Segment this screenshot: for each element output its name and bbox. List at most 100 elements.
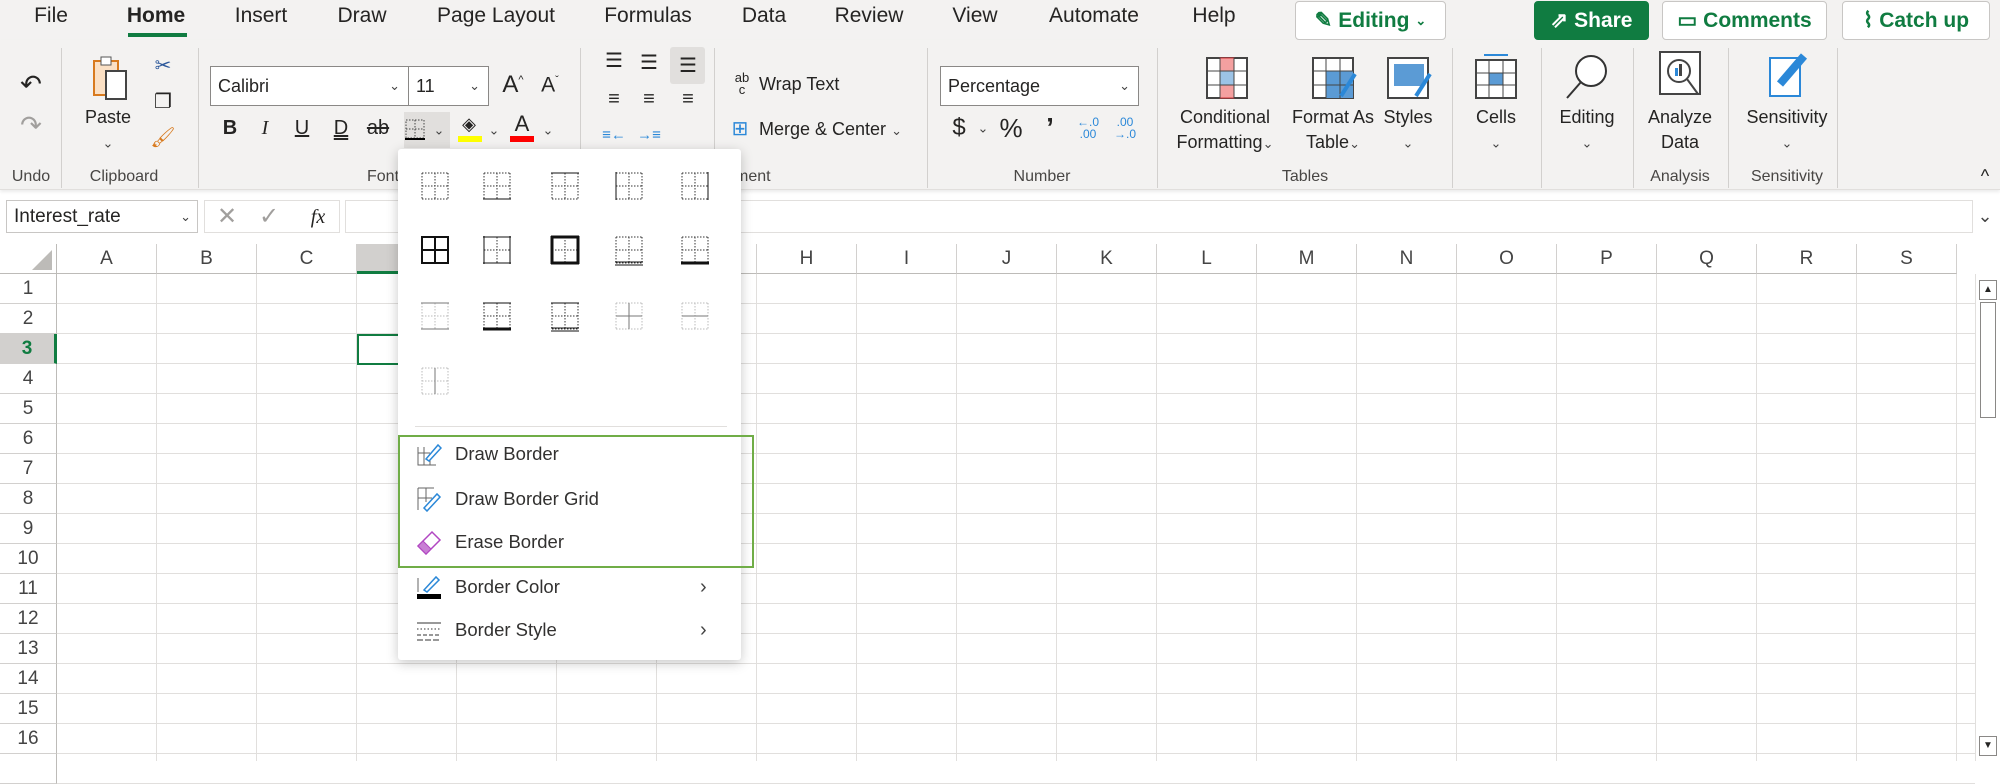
tab-data[interactable]: Data xyxy=(742,4,786,28)
top-and-bottom-border-icon[interactable] xyxy=(419,300,451,332)
right-border-icon[interactable] xyxy=(679,170,711,202)
font-name-dropdown[interactable]: Calibri ⌄ xyxy=(210,66,409,106)
tab-formulas[interactable]: Formulas xyxy=(604,4,692,28)
chevron-down-icon[interactable]: ⌄ xyxy=(103,137,114,150)
decrease-decimal-button[interactable]: .00 →.0 xyxy=(1111,116,1139,140)
tab-page-layout[interactable]: Page Layout xyxy=(437,4,555,28)
borders-dropdown-chevron-icon[interactable]: ⌄ xyxy=(434,124,445,137)
inside-vertical-border-icon[interactable] xyxy=(419,365,451,397)
row-header-17[interactable] xyxy=(0,754,57,784)
scroll-down-icon[interactable]: ▼ xyxy=(1979,736,1997,756)
column-header-c[interactable]: C xyxy=(257,244,357,274)
tab-review[interactable]: Review xyxy=(835,4,904,28)
row-header-4[interactable]: 4 xyxy=(0,364,57,394)
row-header-10[interactable]: 10 xyxy=(0,544,57,574)
column-header-k[interactable]: K xyxy=(1057,244,1157,274)
increase-decimal-button[interactable]: ←.0 .00 xyxy=(1074,116,1102,140)
row-header-2[interactable]: 2 xyxy=(0,304,57,334)
tab-home[interactable]: Home xyxy=(127,4,185,28)
catch-up-button[interactable]: ⌇ Catch up xyxy=(1842,1,1990,40)
increase-font-size-icon[interactable]: A^ xyxy=(502,73,523,97)
menu-item-draw-border-grid[interactable]: Draw Border Grid xyxy=(398,478,741,520)
align-left-icon[interactable]: ≡ xyxy=(608,89,620,109)
left-border-icon[interactable] xyxy=(613,170,645,202)
tab-view[interactable]: View xyxy=(952,4,997,28)
number-format-dropdown[interactable]: Percentage ⌄ xyxy=(940,66,1139,106)
tab-insert[interactable]: Insert xyxy=(235,4,288,28)
align-right-icon[interactable]: ≡ xyxy=(682,89,694,109)
select-all-button[interactable] xyxy=(0,244,57,274)
column-header-j[interactable]: J xyxy=(957,244,1057,274)
font-size-dropdown[interactable]: 11 ⌄ xyxy=(408,66,489,106)
redo-icon[interactable]: ↷ xyxy=(20,112,42,138)
paste-button[interactable]: Paste xyxy=(85,105,131,130)
editing-mode-button[interactable]: ✎ Editing ⌄ xyxy=(1295,1,1446,40)
row-header-5[interactable]: 5 xyxy=(0,394,57,424)
paste-icon[interactable] xyxy=(92,55,132,101)
tab-draw[interactable]: Draw xyxy=(337,4,386,28)
worksheet-grid[interactable]: ABCDEFGHIJKLMNOPQRS 12345678910111213141… xyxy=(0,244,1975,784)
expand-formula-bar-icon[interactable]: ⌄ xyxy=(1977,207,1992,225)
bold-button[interactable]: B xyxy=(223,118,237,138)
chevron-down-icon[interactable]: ⌄ xyxy=(1491,137,1502,150)
name-box[interactable]: Interest_rate ⌄ xyxy=(6,200,198,233)
top-and-thick-bottom-border-icon[interactable] xyxy=(481,300,513,332)
row-header-1[interactable]: 1 xyxy=(0,274,57,304)
undo-icon[interactable]: ↶ xyxy=(20,71,42,97)
column-header-i[interactable]: I xyxy=(857,244,957,274)
chevron-down-icon[interactable]: ⌄ xyxy=(1403,137,1414,150)
menu-item-border-color[interactable]: Border Color › xyxy=(398,566,741,608)
comma-style-button[interactable]: ’ xyxy=(1046,114,1054,142)
insert-function-button[interactable]: fx xyxy=(311,207,325,227)
italic-button[interactable]: I xyxy=(262,118,269,138)
inside-horizontal-border-icon[interactable] xyxy=(679,300,711,332)
outside-borders-icon[interactable] xyxy=(481,234,513,266)
row-header-12[interactable]: 12 xyxy=(0,604,57,634)
column-header-o[interactable]: O xyxy=(1457,244,1557,274)
column-header-r[interactable]: R xyxy=(1757,244,1857,274)
cell-styles-button[interactable]: Styles xyxy=(1383,105,1432,130)
double-underline-button[interactable]: D xyxy=(334,118,348,138)
row-header-15[interactable]: 15 xyxy=(0,694,57,724)
tab-help[interactable]: Help xyxy=(1192,4,1235,28)
column-header-a[interactable]: A xyxy=(57,244,157,274)
menu-item-erase-border[interactable]: Erase Border xyxy=(398,521,741,563)
increase-indent-icon[interactable]: →≡ xyxy=(637,128,661,143)
row-header-6[interactable]: 6 xyxy=(0,424,57,454)
scroll-up-icon[interactable]: ▲ xyxy=(1979,280,1997,300)
format-as-table-button[interactable]: Format As xyxy=(1292,105,1374,130)
wrap-text-button[interactable]: Wrap Text xyxy=(759,72,839,97)
format-painter-icon[interactable]: 🖌 xyxy=(150,128,175,148)
row-header-14[interactable]: 14 xyxy=(0,664,57,694)
chevron-down-icon[interactable]: ⌄ xyxy=(543,124,554,137)
column-header-n[interactable]: N xyxy=(1357,244,1457,274)
column-header-b[interactable]: B xyxy=(157,244,257,274)
vertical-scrollbar[interactable]: ▲ ▼ xyxy=(1975,274,2000,761)
cells-button[interactable]: Cells xyxy=(1476,105,1516,130)
analyze-data-button[interactable]: Analyze xyxy=(1648,105,1712,130)
inside-borders-icon[interactable] xyxy=(613,300,645,332)
row-header-16[interactable]: 16 xyxy=(0,724,57,754)
chevron-down-icon[interactable]: ⌄ xyxy=(1782,137,1793,150)
row-header-8[interactable]: 8 xyxy=(0,484,57,514)
top-align-icon[interactable]: ☰ xyxy=(605,51,623,71)
row-header-7[interactable]: 7 xyxy=(0,454,57,484)
share-button[interactable]: ⇗ Share xyxy=(1534,1,1649,40)
thick-bottom-border-icon[interactable] xyxy=(679,234,711,266)
tab-file[interactable]: File xyxy=(34,4,68,28)
align-center-icon[interactable]: ≡ xyxy=(643,89,655,109)
currency-format-button[interactable]: $ xyxy=(952,116,965,140)
tab-automate[interactable]: Automate xyxy=(1049,4,1139,28)
column-header-s[interactable]: S xyxy=(1857,244,1957,274)
top-border-icon[interactable] xyxy=(549,170,581,202)
menu-item-border-style[interactable]: Border Style › xyxy=(398,609,741,651)
scrollbar-thumb[interactable] xyxy=(1980,302,1996,418)
underline-button[interactable]: U xyxy=(295,118,309,138)
column-header-p[interactable]: P xyxy=(1557,244,1657,274)
analyze-data-label-2[interactable]: Data xyxy=(1661,130,1699,155)
editing-button[interactable]: Editing xyxy=(1559,105,1614,130)
chevron-down-icon[interactable]: ⌄ xyxy=(978,122,989,135)
percent-style-button[interactable]: % xyxy=(999,115,1022,141)
no-border-icon[interactable] xyxy=(419,170,451,202)
merge-center-button[interactable]: Merge & Center ⌄ xyxy=(759,117,902,143)
